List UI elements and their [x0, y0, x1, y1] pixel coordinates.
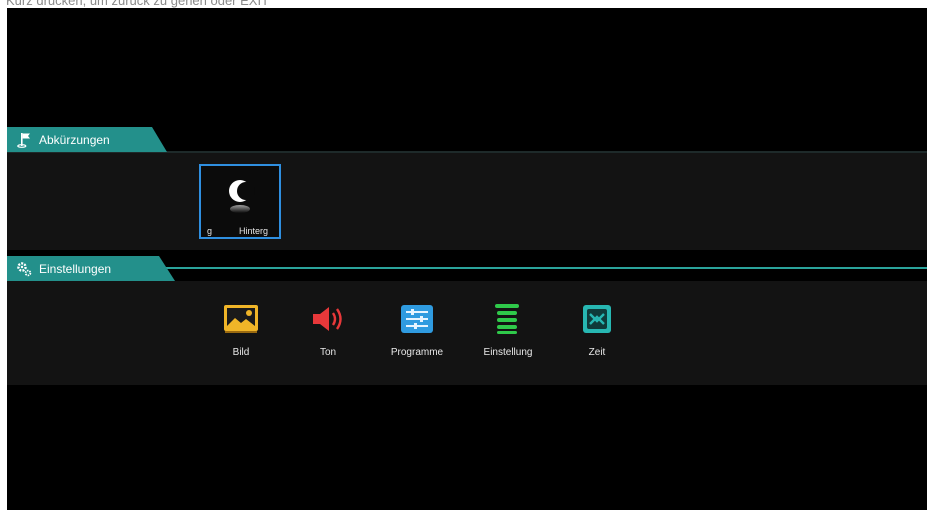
tab-settings[interactable]: Einstellungen [7, 256, 175, 281]
top-hint-text: Kurz drücken, um zurück zu gehen oder EX… [6, 0, 270, 8]
settings-item-bild-label: Bild [232, 347, 250, 358]
gears-icon [16, 261, 32, 277]
settings-item-einstellung-label: Einstellung [483, 347, 533, 358]
tab-shortcuts[interactable]: Abkürzungen [7, 127, 167, 152]
settings-list-icon [463, 303, 553, 335]
shortcut-label-left: g [207, 226, 213, 236]
settings-item-programme[interactable]: Programme [372, 303, 462, 358]
tv-menu-screen: Abkürzungen Einstellungen g Hinterg Bild… [7, 8, 927, 510]
shortcuts-band [7, 153, 927, 250]
channel-list-icon [372, 303, 462, 335]
speaker-icon [283, 303, 373, 335]
clock-icon [552, 303, 642, 335]
moon-icon [221, 177, 259, 220]
settings-item-zeit[interactable]: Zeit [552, 303, 642, 358]
settings-item-programme-label: Programme [390, 347, 444, 358]
picture-icon [196, 303, 286, 335]
flag-icon [16, 132, 32, 148]
tab-shortcuts-label: Abkürzungen [39, 132, 110, 147]
tab-settings-label: Einstellungen [39, 261, 112, 276]
shortcut-label-right: Hinterg [239, 226, 269, 236]
settings-item-ton[interactable]: Ton [283, 303, 373, 358]
settings-item-ton-label: Ton [319, 347, 337, 358]
settings-item-bild[interactable]: Bild [196, 303, 286, 358]
settings-divider [157, 267, 927, 269]
top-hint-bar: Kurz drücken, um zurück zu gehen oder EX… [0, 0, 927, 8]
shortcut-label: g Hinterg [201, 226, 279, 238]
settings-item-einstellung[interactable]: Einstellung [463, 303, 553, 358]
shortcut-tile[interactable]: g Hinterg [199, 164, 281, 239]
settings-item-zeit-label: Zeit [588, 347, 606, 358]
